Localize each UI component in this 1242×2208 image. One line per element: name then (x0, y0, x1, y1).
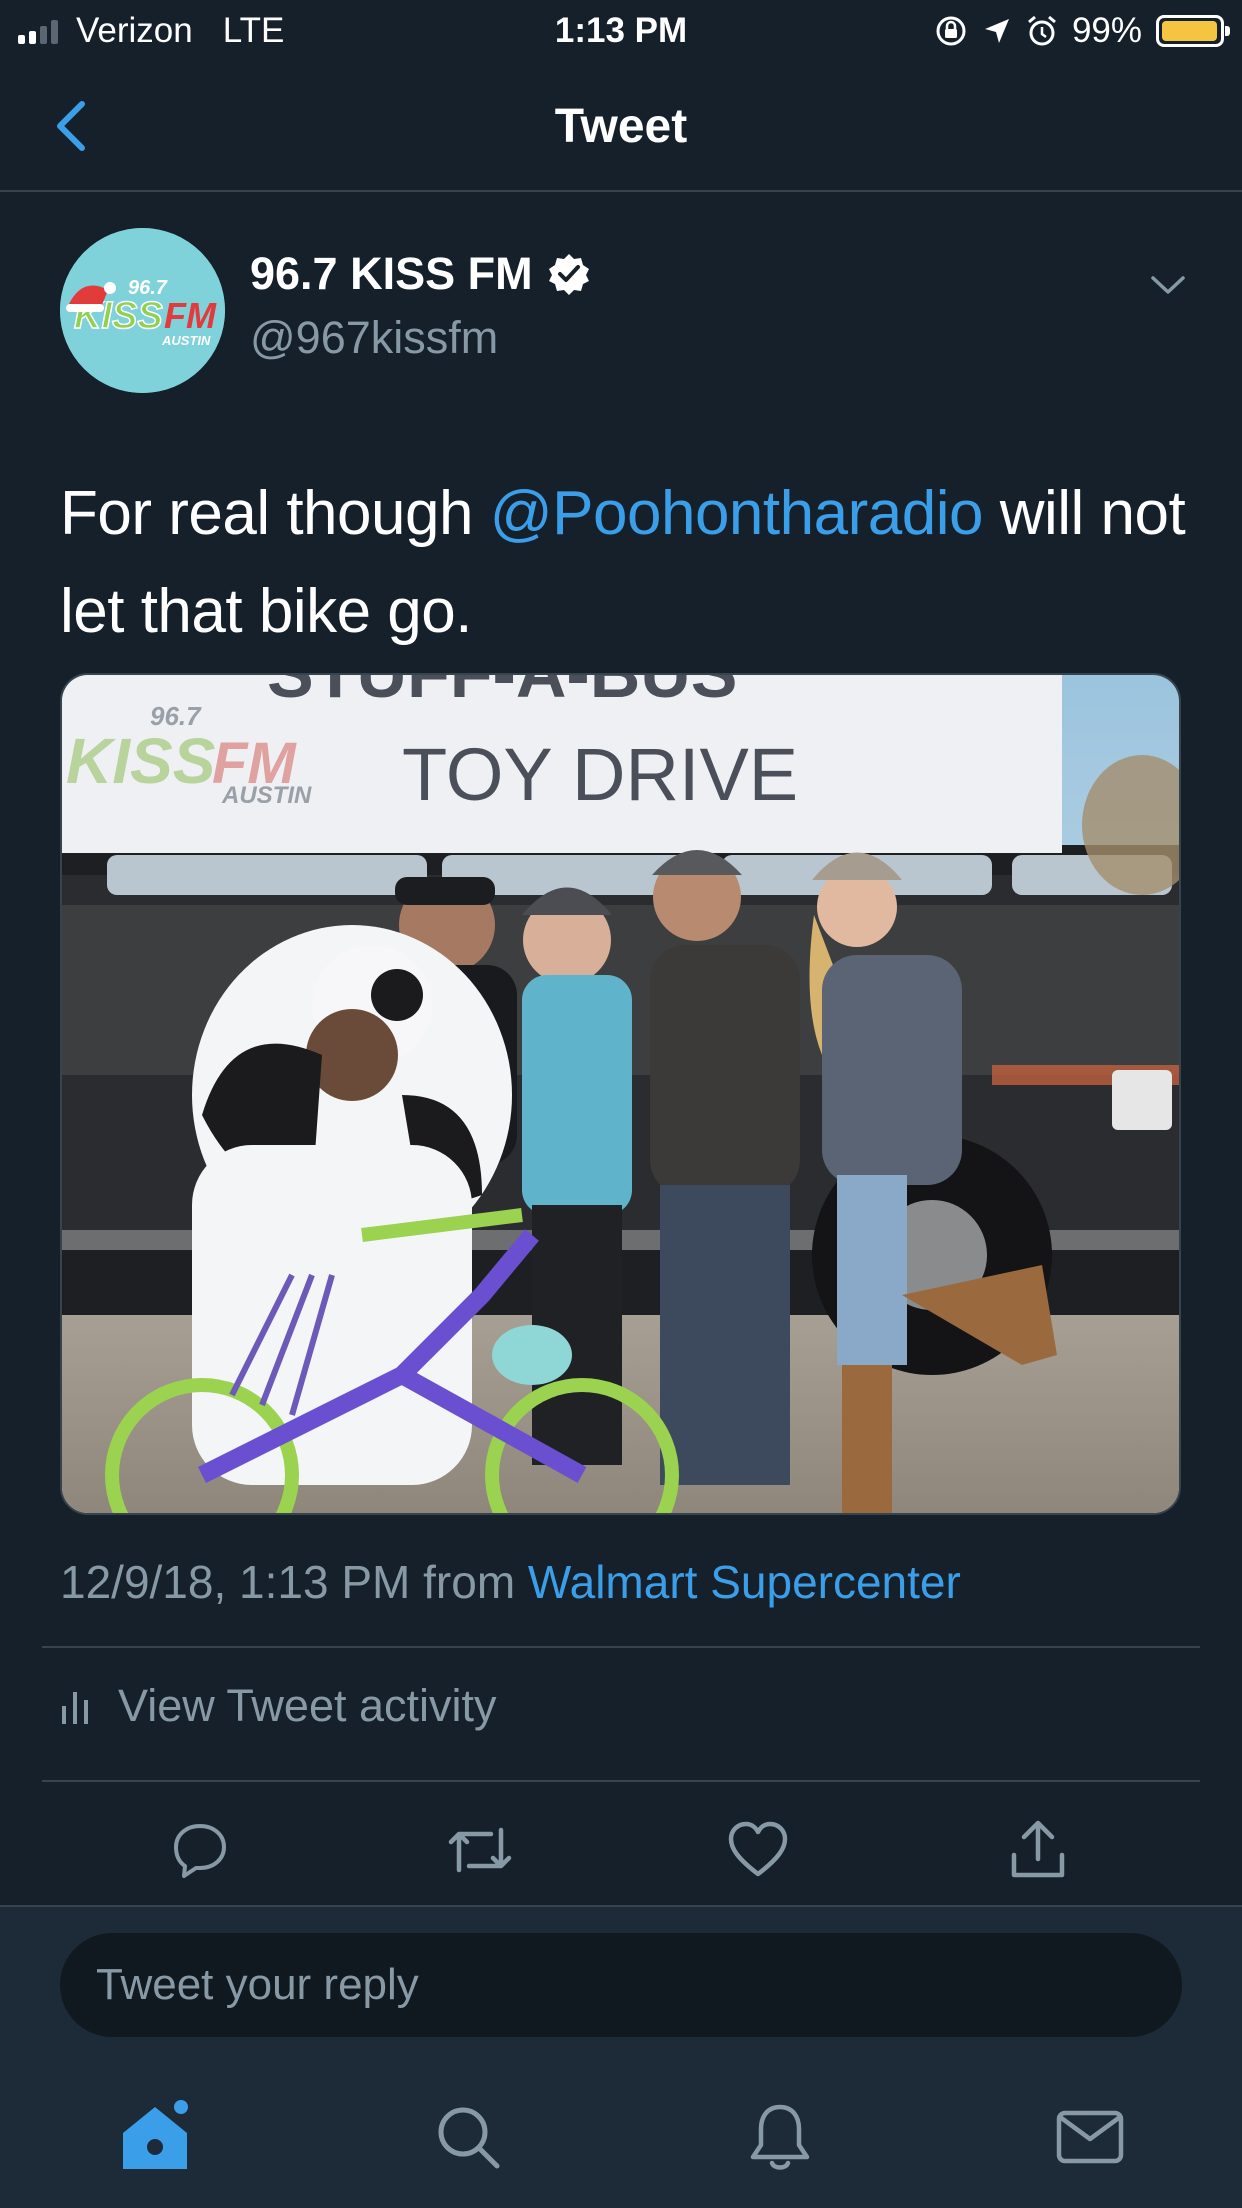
tweet-image[interactable]: STUFF-A-BUS TOY DRIVE 96.7 KISS FM AUSTI… (60, 673, 1181, 1515)
mention-link[interactable]: @Poohontharadio (490, 479, 984, 548)
signal-strength-icon (18, 18, 58, 44)
svg-text:AUSTIN: AUSTIN (221, 782, 312, 809)
svg-text:KISS: KISS (66, 725, 216, 797)
status-left: Verizon LTE (18, 11, 284, 51)
chevron-left-icon (57, 101, 85, 151)
status-bar: Verizon LTE 1:13 PM 99% (0, 0, 1242, 62)
alarm-icon (1027, 15, 1056, 46)
tweet-actions (0, 1810, 1242, 1890)
tab-notifications[interactable] (735, 2092, 825, 2182)
notifications-icon (750, 2104, 810, 2170)
network-label: LTE (222, 11, 285, 50)
retweet-icon (448, 1827, 512, 1873)
tweet-text: For real though @Poohontharadio will not… (60, 465, 1190, 661)
like-button[interactable] (718, 1810, 798, 1890)
tweet-options-button[interactable] (1148, 270, 1188, 300)
share-icon (1011, 1820, 1065, 1878)
orientation-lock-icon (936, 16, 966, 46)
search-icon (438, 2107, 500, 2169)
carrier-label: Verizon (76, 11, 193, 50)
activity-label: View Tweet activity (118, 1680, 497, 1731)
kissfm-logo: 96.7 KISS FM AUSTIN (60, 228, 225, 393)
reply-button[interactable] (160, 1810, 240, 1890)
retweet-button[interactable] (440, 1810, 520, 1890)
battery-percent: 99% (1071, 11, 1142, 50)
tweet-meta: 12/9/18, 1:13 PM from Walmart Supercente… (60, 1555, 961, 1609)
author-name: 96.7 KISS FM (250, 248, 533, 299)
view-activity-button[interactable]: View Tweet activity (60, 1680, 497, 1732)
divider (42, 1780, 1200, 1782)
nav-bar: Tweet (0, 62, 1242, 192)
svg-text:STUFF-A-BUS: STUFF-A-BUS (267, 675, 737, 712)
share-button[interactable] (998, 1810, 1078, 1890)
reply-placeholder: Tweet your reply (96, 1960, 419, 2009)
tab-search[interactable] (423, 2092, 513, 2182)
divider (42, 1646, 1200, 1648)
home-icon (123, 2100, 188, 2169)
reply-input[interactable]: Tweet your reply (60, 1933, 1182, 2037)
tab-messages[interactable] (1045, 2092, 1135, 2182)
tab-home[interactable] (110, 2092, 200, 2182)
source-link[interactable]: Walmart Supercenter (528, 1556, 961, 1608)
activity-chart-icon (62, 1692, 88, 1724)
from-label: from (423, 1556, 516, 1608)
svg-text:AUSTIN: AUSTIN (161, 333, 211, 348)
svg-text:FM: FM (164, 295, 217, 336)
tweet-photo: STUFF-A-BUS TOY DRIVE 96.7 KISS FM AUSTI… (62, 675, 1179, 1513)
reply-icon (174, 1824, 226, 1878)
verified-badge-icon (548, 254, 589, 295)
page-title: Tweet (554, 99, 688, 153)
location-arrow-icon (984, 19, 1009, 43)
messages-icon (1056, 2110, 1124, 2164)
svg-text:TOY DRIVE: TOY DRIVE (402, 733, 798, 816)
battery-fill (1162, 21, 1218, 41)
back-button[interactable] (48, 96, 98, 156)
tweet-text-start: For real though (60, 479, 490, 548)
reply-bar: Tweet your reply (0, 1905, 1242, 2208)
avatar[interactable]: 96.7 KISS FM AUSTIN (60, 228, 225, 393)
status-right: 99% (934, 11, 1230, 51)
like-icon (728, 1821, 788, 1877)
chevron-down-icon (1151, 276, 1185, 294)
battery-icon (1156, 15, 1230, 47)
author-handle: @967kissfm (250, 312, 499, 363)
author-name-row: 96.7 KISS FM (250, 248, 591, 300)
tweet-timestamp: 12/9/18, 1:13 PM (60, 1556, 411, 1608)
author-block[interactable]: 96.7 KISS FM @967kissfm (250, 248, 591, 364)
